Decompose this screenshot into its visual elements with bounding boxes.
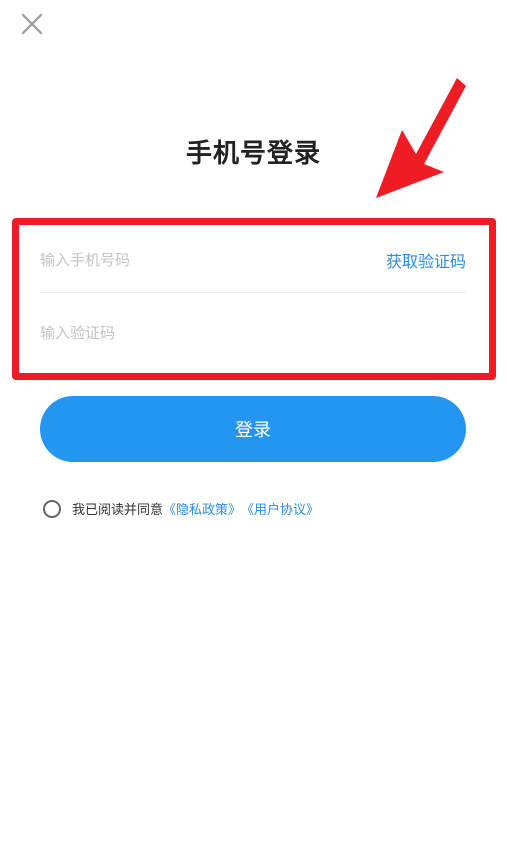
code-field-row [40, 293, 466, 373]
agreement-row: 我已阅读并同意 《隐私政策》 《用户协议》 [43, 499, 319, 518]
get-verification-code-button[interactable]: 获取验证码 [386, 248, 466, 272]
user-agreement-link[interactable]: 《用户协议》 [241, 499, 319, 518]
close-icon [21, 13, 43, 35]
phone-field-row: 获取验证码 [40, 228, 466, 293]
annotation-arrow-icon [376, 78, 466, 198]
phone-input[interactable] [40, 251, 340, 269]
close-button[interactable] [18, 10, 46, 38]
login-button[interactable]: 登录 [40, 396, 466, 462]
login-form: 获取验证码 [40, 228, 466, 373]
verification-code-input[interactable] [40, 324, 340, 342]
agreement-checkbox[interactable] [43, 499, 61, 518]
agreement-prefix-text: 我已阅读并同意 [72, 503, 164, 518]
privacy-policy-link[interactable]: 《隐私政策》 [163, 499, 241, 518]
